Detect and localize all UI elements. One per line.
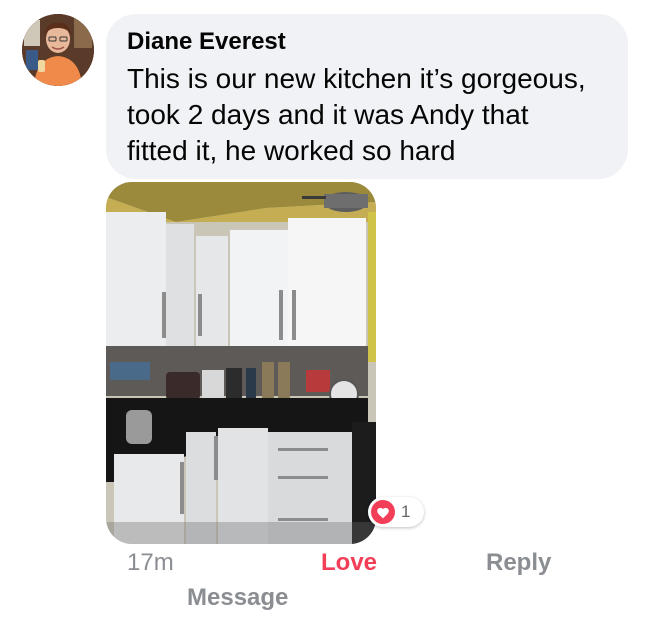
heart-icon [371,500,395,524]
attached-photo[interactable] [106,182,376,544]
kitchen-photo-icon [106,182,376,544]
comment-text: This is our new kitchen it’s gorgeous, t… [127,63,586,166]
reaction-count: 1 [401,502,411,521]
avatar[interactable] [22,14,94,86]
timestamp[interactable]: 17m [127,548,174,578]
reply-button[interactable]: Reply [486,548,551,578]
comment-bubble[interactable]: Diane Everest This is our new kitchen it… [106,14,628,179]
reaction-summary[interactable]: 1 [368,497,424,527]
author-name[interactable]: Diane Everest [127,28,608,56]
message-button[interactable]: Message [187,583,288,613]
comment-thread: Diane Everest This is our new kitchen it… [0,0,650,621]
profile-photo-icon [22,14,94,86]
love-button[interactable]: Love [321,548,377,578]
